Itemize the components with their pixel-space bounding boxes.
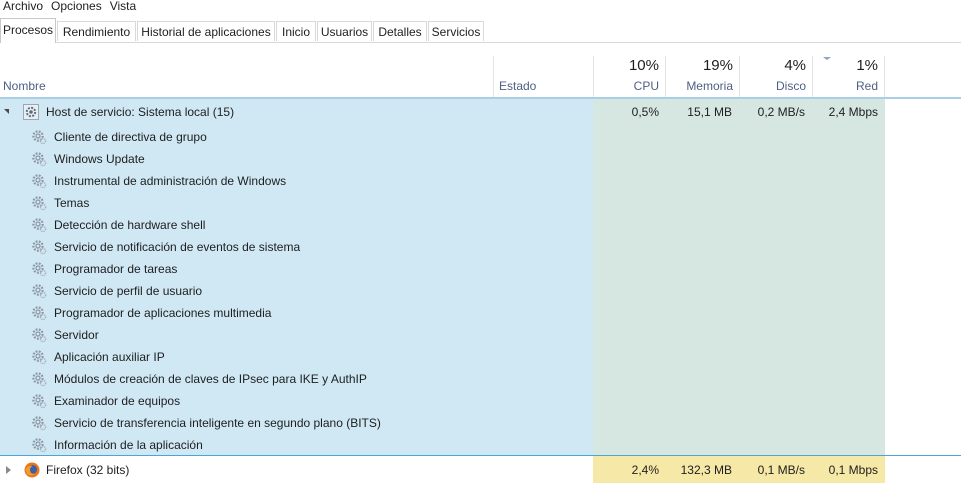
service-row[interactable]: Servicio de notificación de eventos de s… bbox=[0, 236, 961, 258]
service-row[interactable]: Examinador de equipos bbox=[0, 390, 961, 412]
service-row[interactable]: Cliente de directiva de grupo bbox=[0, 126, 961, 148]
column-network[interactable]: 1% Red bbox=[812, 56, 885, 97]
collapse-arrow-icon[interactable] bbox=[4, 109, 9, 114]
group-cpu: 0,5% bbox=[631, 105, 659, 119]
tab-detalles[interactable]: Detalles bbox=[373, 21, 427, 41]
tab-rendimiento[interactable]: Rendimiento bbox=[57, 21, 136, 41]
column-status-label: Estado bbox=[499, 79, 537, 93]
group-disk: 0,2 MB/s bbox=[757, 105, 805, 119]
service-name: Servidor bbox=[54, 328, 99, 342]
service-row[interactable]: Aplicación auxiliar IP bbox=[0, 346, 961, 368]
tab-historial[interactable]: Historial de aplicaciones bbox=[137, 21, 275, 41]
service-name: Examinador de equipos bbox=[54, 394, 181, 408]
column-name-label: Nombre bbox=[3, 79, 46, 93]
gear-icon bbox=[31, 349, 47, 365]
service-name: Windows Update bbox=[54, 152, 145, 166]
column-status[interactable]: Estado bbox=[493, 56, 593, 97]
column-name[interactable]: Nombre bbox=[0, 56, 493, 97]
gear-icon bbox=[31, 151, 47, 167]
gear-icon bbox=[31, 327, 47, 343]
service-name: Aplicación auxiliar IP bbox=[54, 350, 165, 364]
column-memory[interactable]: 19% Memoria bbox=[665, 56, 739, 97]
gear-icon bbox=[31, 239, 47, 255]
service-name: Detección de hardware shell bbox=[54, 218, 206, 232]
gear-icon bbox=[31, 261, 47, 277]
gear-icon bbox=[31, 305, 47, 321]
firefox-network: 0,1 Mbps bbox=[828, 463, 878, 477]
column-cpu[interactable]: 10% CPU bbox=[593, 56, 665, 97]
gear-icon bbox=[31, 393, 47, 409]
gear-icon bbox=[31, 371, 47, 387]
service-row[interactable]: Instrumental de administración de Window… bbox=[0, 170, 961, 192]
service-name: Cliente de directiva de grupo bbox=[54, 130, 207, 144]
memory-total-percent: 19% bbox=[702, 57, 733, 74]
column-header: Nombre Estado 10% CPU 19% Memoria 4% Dis… bbox=[0, 43, 961, 99]
expand-arrow-icon[interactable] bbox=[6, 466, 11, 474]
service-row[interactable]: Windows Update bbox=[0, 148, 961, 170]
menu-vista[interactable]: Vista bbox=[107, 0, 141, 16]
service-name: Instrumental de administración de Window… bbox=[54, 174, 287, 188]
service-name: Temas bbox=[54, 196, 90, 210]
gear-icon bbox=[31, 173, 47, 189]
menu-archivo[interactable]: Archivo bbox=[0, 0, 48, 16]
menu-opciones[interactable]: Opciones bbox=[48, 0, 107, 16]
network-total-percent: 1% bbox=[856, 57, 878, 74]
tab-servicios[interactable]: Servicios bbox=[428, 21, 484, 41]
gear-icon bbox=[31, 217, 47, 233]
group-network: 2,4 Mbps bbox=[828, 105, 878, 119]
group-memory: 15,1 MB bbox=[687, 105, 732, 119]
gear-icon bbox=[31, 129, 47, 145]
service-name: Información de la aplicación bbox=[54, 438, 203, 452]
gear-icon bbox=[31, 415, 47, 431]
column-disk-label: Disco bbox=[775, 79, 806, 93]
column-network-label: Red bbox=[855, 79, 878, 93]
service-name: Servicio de transferencia inteligente en… bbox=[54, 416, 381, 430]
tab-bar: Procesos Rendimiento Historial de aplica… bbox=[0, 18, 961, 43]
service-row[interactable]: Programador de tareas bbox=[0, 258, 961, 280]
cpu-total-percent: 10% bbox=[628, 57, 659, 74]
tab-inicio[interactable]: Inicio bbox=[276, 21, 316, 41]
tab-procesos[interactable]: Procesos bbox=[0, 18, 56, 43]
service-row[interactable]: Programador de aplicaciones multimedia bbox=[0, 302, 961, 324]
service-name: Programador de tareas bbox=[54, 262, 178, 276]
service-name: Módulos de creación de claves de IPsec p… bbox=[54, 372, 367, 386]
tab-usuarios[interactable]: Usuarios bbox=[317, 21, 372, 41]
process-group-name: Host de servicio: Sistema local (15) bbox=[46, 105, 235, 119]
firefox-process-name: Firefox (32 bits) bbox=[46, 463, 130, 477]
column-memory-label: Memoria bbox=[686, 79, 733, 93]
firefox-process-row[interactable]: Firefox (32 bits) 2,4% 132,3 MB 0,1 MB/s… bbox=[0, 459, 961, 481]
menu-bar: Archivo Opciones Vista bbox=[0, 0, 141, 16]
service-row[interactable]: Detección de hardware shell bbox=[0, 214, 961, 236]
service-name: Programador de aplicaciones multimedia bbox=[54, 306, 272, 320]
service-row[interactable]: Temas bbox=[0, 192, 961, 214]
firefox-disk: 0,1 MB/s bbox=[757, 463, 805, 477]
service-row[interactable]: Información de la aplicación bbox=[0, 434, 961, 456]
firefox-icon bbox=[24, 462, 40, 478]
gear-icon bbox=[31, 283, 47, 299]
service-row[interactable]: Servidor bbox=[0, 324, 961, 346]
firefox-cpu: 2,4% bbox=[631, 463, 659, 477]
column-cpu-label: CPU bbox=[633, 79, 659, 93]
gear-icon bbox=[31, 437, 47, 453]
sort-descending-icon bbox=[823, 57, 831, 60]
firefox-memory: 132,3 MB bbox=[680, 463, 732, 477]
service-row[interactable]: Servicio de transferencia inteligente en… bbox=[0, 412, 961, 434]
disk-total-percent: 4% bbox=[784, 57, 806, 74]
service-row[interactable]: Servicio de perfil de usuario bbox=[0, 280, 961, 302]
column-disk[interactable]: 4% Disco bbox=[739, 56, 812, 97]
service-host-icon bbox=[23, 104, 39, 120]
gear-icon bbox=[31, 195, 47, 211]
service-name: Servicio de perfil de usuario bbox=[54, 284, 203, 298]
process-group-row[interactable]: Host de servicio: Sistema local (15) 0,5… bbox=[0, 101, 961, 123]
service-name: Servicio de notificación de eventos de s… bbox=[54, 240, 301, 254]
service-row[interactable]: Módulos de creación de claves de IPsec p… bbox=[0, 368, 961, 390]
